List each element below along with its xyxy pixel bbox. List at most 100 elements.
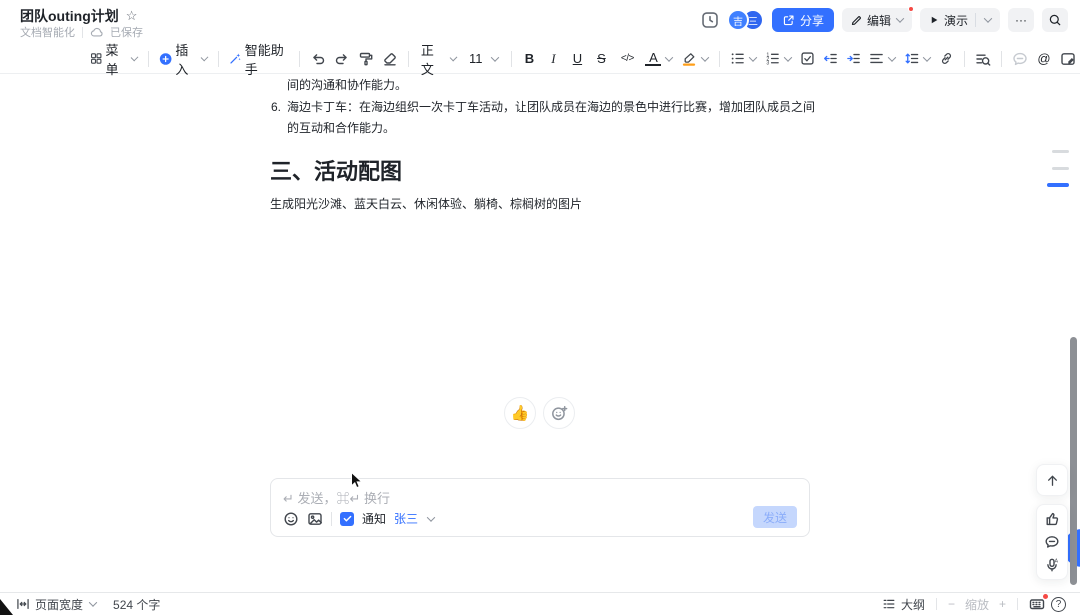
status-left: 页面宽度 524 个字 [16,596,160,613]
notify-checkbox[interactable] [340,512,354,526]
header-actions: 吉 三 分享 编辑 演示 ··· [701,8,1068,32]
align-button[interactable] [865,48,900,69]
title-row: 团队outing计划 ☆ [20,6,137,26]
chevron-down-icon[interactable] [984,14,992,22]
svg-text:3: 3 [767,61,770,66]
edit-mode-button[interactable]: 编辑 [842,8,912,32]
indent-button[interactable] [842,48,865,69]
thumbs-up-reaction[interactable]: 👍 [504,397,536,429]
collaborator-avatars[interactable]: 吉 三 [727,9,764,31]
scrollbar[interactable] [1070,337,1077,585]
divider [1017,598,1018,610]
divider [148,51,149,67]
page-width-select[interactable]: 页面宽度 [16,596,97,613]
italic-button[interactable]: I [541,48,565,70]
outdent-button[interactable] [819,48,842,69]
scroll-to-top-button[interactable] [1036,464,1068,496]
chevron-down-icon [896,14,904,22]
ai-assistant-button[interactable]: 智能助手 [225,37,293,81]
comment-float-button[interactable] [1044,534,1060,550]
help-button[interactable]: ? [1051,597,1066,612]
inline-code-button[interactable]: </> [613,50,641,67]
image-button[interactable] [307,511,323,527]
present-button[interactable]: 演示 [920,8,1000,32]
divider [408,51,409,67]
voice-input-button[interactable]: A [1044,557,1060,573]
chevron-down-icon [490,53,498,61]
paragraph-style-select[interactable]: 正文 [415,37,463,81]
page-width-label: 页面宽度 [35,596,83,613]
thumbs-up-emoji: 👍 [511,404,530,422]
like-button[interactable] [1044,511,1060,527]
find-in-doc-icon [975,51,991,67]
avatar[interactable]: 吉 [727,9,749,31]
list-item[interactable]: 海边卡丁车：在海边组织一次卡丁车活动，让团队成员在海边的景色中进行比赛，增加团队… [287,97,815,139]
add-reaction-button[interactable] [543,397,575,429]
chevron-down-icon [888,53,896,61]
section-heading[interactable]: 三、活动配图 [270,154,402,186]
outline-indicator[interactable] [1052,167,1069,170]
page-title: 团队outing计划 [20,6,119,26]
search-button[interactable] [1042,8,1068,32]
history-icon[interactable] [701,11,719,29]
task-list-button[interactable] [796,48,819,69]
bold-button[interactable]: B [517,48,541,69]
clear-format-button[interactable] [378,48,402,70]
outline-toggle[interactable]: 大纲 [882,596,925,613]
outline-label: 大纲 [901,596,925,613]
outline-indicator-active[interactable] [1047,183,1069,187]
insert-button[interactable]: 插入 [155,37,212,81]
format-painter-button[interactable] [354,48,378,70]
strikethrough-button[interactable]: S [589,48,613,69]
bullet-list-button[interactable] [726,48,761,69]
emoji-button[interactable] [283,511,299,527]
favorite-star-icon[interactable]: ☆ [126,8,138,24]
highlight-color-button[interactable] [677,48,713,70]
comment-toolbar: 通知 张三 [283,510,435,527]
caption-paragraph[interactable]: 生成阳光沙滩、蓝天白云、休闲体验、躺椅、棕榈树的图片 [270,194,582,215]
divider [964,51,965,67]
divider [719,51,720,67]
font-color-button[interactable]: A [641,48,677,69]
comment-input[interactable]: ↵ 发送，⌘↵ 换行 [283,488,390,507]
link-button[interactable] [935,48,958,69]
chevron-down-icon [201,53,209,61]
line-spacing-button[interactable] [900,48,935,69]
doc-ai-label[interactable]: 文档智能化 [20,24,75,40]
send-button[interactable]: 发送 [753,506,797,528]
outline-indicator[interactable] [1052,150,1069,153]
comment-button[interactable] [1008,48,1032,70]
mention-button[interactable]: @ [1032,48,1056,69]
numbered-list-button[interactable]: 123 [761,48,796,69]
chevron-down-icon [131,53,139,61]
redo-icon [334,51,350,67]
bullet-list-icon [730,51,745,66]
menu-label: 菜单 [105,40,127,78]
underline-button[interactable]: U [565,48,589,69]
shortcut-keyboard-button[interactable] [1029,596,1045,612]
zoom-in-button[interactable]: + [999,597,1006,611]
redo-button[interactable] [330,48,354,70]
corner-artifact [0,599,13,615]
divider [511,51,512,67]
find-replace-button[interactable] [971,48,995,70]
more-button[interactable]: ··· [1008,8,1034,32]
divider [1001,51,1002,67]
status-right: 大纲 − 缩放 + ? [882,596,1066,613]
undo-button[interactable] [306,48,330,70]
chevron-down-icon[interactable] [427,513,435,521]
paragraph-overflow[interactable]: 间的沟通和协作能力。 [287,75,407,96]
outline-icon [882,597,896,611]
insert-image-button[interactable] [1056,48,1080,70]
page-width-icon [16,597,30,611]
chevron-down-icon [749,53,757,61]
menu-button[interactable]: 菜单 [86,37,142,81]
share-button[interactable]: 分享 [772,8,834,32]
image-icon [307,511,323,527]
numbered-list-icon: 123 [765,51,780,66]
notify-target[interactable]: 张三 [394,510,418,527]
divider [82,27,83,38]
zoom-out-button[interactable]: − [948,597,955,611]
font-size-select[interactable]: 11 [463,48,505,69]
status-bar: 页面宽度 524 个字 大纲 − 缩放 + ? [0,592,1080,615]
